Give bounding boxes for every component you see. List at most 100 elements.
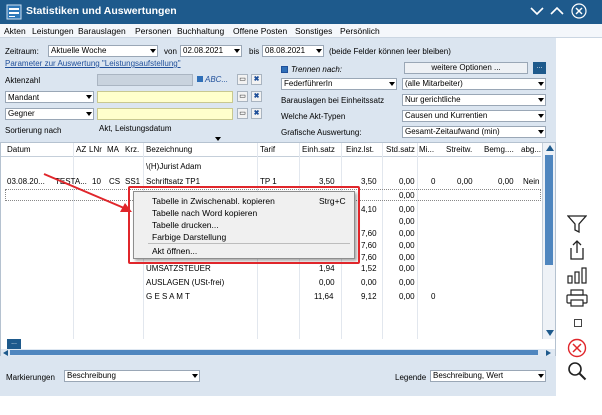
cell-std: 0,00 [399, 229, 415, 238]
menu-akten[interactable]: Akten [4, 26, 26, 36]
grafisch-select[interactable]: Gesamt-Zeitaufwand (min) [402, 126, 546, 138]
umsatz-einz: 1,52 [361, 264, 377, 273]
expand-icon[interactable] [550, 5, 564, 17]
auslagen-std: 0,00 [399, 278, 415, 287]
search-icon[interactable]: ▭ [237, 91, 248, 102]
col-bezeichnung[interactable]: Bezeichnung [146, 145, 192, 154]
menu-personen[interactable]: Personen [135, 26, 171, 36]
filter-icon[interactable] [567, 215, 587, 233]
gegner-select[interactable]: Gegner [5, 108, 94, 120]
col-einhsatz[interactable]: Einh.satz [302, 145, 335, 154]
scroll-up-icon[interactable] [546, 145, 554, 151]
collapse-icon[interactable] [530, 5, 544, 17]
cell-einh: 3,50 [319, 177, 335, 186]
window-app-icon [6, 4, 22, 20]
cell-bemg: 0,00 [498, 177, 514, 186]
trennen-select[interactable]: FederführerIn [281, 78, 397, 90]
col-datum[interactable]: Datum [7, 145, 31, 154]
table-header: Datum AZ LNr MA Krz. Bezeichnung Tarif E… [1, 143, 541, 157]
col-tarif[interactable]: Tarif [260, 145, 275, 154]
row-nav-button[interactable]: ... [7, 339, 21, 349]
markierungen-label: Markierungen [6, 373, 55, 382]
sortierung-label: Sortierung nach [5, 126, 62, 135]
filter-panel: Zeitraum: Aktuelle Woche von 02.08.2021 … [0, 38, 556, 142]
search-icon[interactable] [567, 361, 587, 381]
legende-select[interactable]: Beschreibung, Wert [430, 370, 546, 382]
param-link[interactable]: Parameter zur Auswertung "Leistungsaufst… [5, 59, 181, 68]
footer-panel: Markierungen Beschreibung Legende Beschr… [0, 356, 556, 396]
scroll-down-icon[interactable] [546, 330, 554, 336]
grafisch-label: Grafische Auswertung: [281, 128, 362, 137]
col-lnr[interactable]: LNr [89, 145, 102, 154]
von-date-field[interactable]: 02.08.2021 [180, 45, 242, 57]
scroll-thumb[interactable] [545, 155, 553, 265]
bis-date-field[interactable]: 08.08.2021 [262, 45, 324, 57]
barauslagen-select[interactable]: Nur gerichtliche [402, 94, 546, 106]
vertical-scrollbar[interactable] [542, 143, 555, 339]
aktenzahl-label: Aktenzahl [5, 76, 41, 85]
print-icon[interactable] [566, 289, 588, 307]
mitarbeiter-select[interactable]: (alle Mitarbeiter) [402, 78, 546, 90]
col-ma[interactable]: MA [107, 145, 119, 154]
trennen-value: FederführerIn [284, 79, 333, 88]
sortierung-select[interactable]: Akt, Leistungsdatum [97, 124, 225, 136]
more-dots-button[interactable]: ... [533, 62, 546, 74]
menu-offene-posten[interactable]: Offene Posten [233, 26, 287, 36]
col-abg[interactable]: abg... [521, 145, 541, 154]
menu-buchhaltung[interactable]: Buchhaltung [177, 26, 224, 36]
chevron-down-icon[interactable] [215, 137, 221, 141]
folder-icon[interactable]: ▭ [237, 74, 248, 85]
clear-icon[interactable]: ✖ [251, 108, 262, 119]
col-stdsatz[interactable]: Std.satz [386, 145, 415, 154]
cell-einz: 7,60 [361, 229, 377, 238]
grafisch-value: Gesamt-Zeitaufwand (min) [405, 127, 500, 136]
col-krz[interactable]: Krz. [125, 145, 139, 154]
col-streitw[interactable]: Streitw. [446, 145, 472, 154]
zeitraum-label: Zeitraum: [5, 47, 39, 56]
chevron-down-icon [389, 82, 395, 86]
col-bemg[interactable]: Bemg.... [484, 145, 514, 154]
menu-persoenlich[interactable]: Persönlich [340, 26, 380, 36]
akttypen-select[interactable]: Causen und Kurrentien [402, 110, 546, 122]
bar-chart-icon[interactable] [566, 266, 588, 284]
aktenzahl-field[interactable] [97, 74, 193, 86]
hscroll-thumb[interactable] [10, 350, 538, 355]
gegner-field[interactable] [97, 108, 233, 120]
horizontal-scrollbar[interactable] [1, 349, 555, 356]
col-mi[interactable]: Mi... [419, 145, 434, 154]
abc-label[interactable]: ABC... [205, 75, 228, 84]
von-label: von [164, 47, 177, 56]
cell-einz: 7,60 [361, 241, 377, 250]
chevron-down-icon [86, 112, 92, 116]
col-einzlst[interactable]: Einz.lst. [346, 145, 374, 154]
small-square-icon[interactable] [574, 319, 582, 327]
clear-icon[interactable]: ✖ [251, 74, 262, 85]
trennen-checkbox[interactable] [281, 66, 288, 73]
umsatz-einh: 1,94 [319, 264, 335, 273]
menu-barauslagen[interactable]: Barauslagen [78, 26, 126, 36]
gesamt-einh: 11,64 [314, 292, 334, 301]
umsatz-std: 0,00 [399, 264, 415, 273]
search-icon[interactable]: ▭ [237, 108, 248, 119]
cell-einz: 7,60 [361, 253, 377, 262]
mandant-field[interactable] [97, 91, 233, 103]
window-titlebar: Statistiken und Auswertungen [0, 0, 602, 24]
cell-streitw: 0,00 [457, 177, 473, 186]
chevron-down-icon [234, 49, 240, 53]
menu-sonstiges[interactable]: Sonstiges [295, 26, 332, 36]
weitere-optionen-button[interactable]: weitere Optionen ... [404, 62, 528, 74]
date-hint: (beide Felder können leer bleiben) [329, 47, 451, 56]
col-az[interactable]: AZ [76, 145, 86, 154]
cell-mi: 0 [431, 177, 436, 186]
cancel-icon[interactable] [567, 338, 587, 358]
zeitraum-select[interactable]: Aktuelle Woche [48, 45, 158, 57]
col-sep [382, 143, 383, 339]
share-icon[interactable] [567, 240, 587, 260]
menu-leistungen[interactable]: Leistungen [32, 26, 74, 36]
markierungen-select[interactable]: Beschreibung [64, 370, 200, 382]
close-window-icon[interactable] [571, 3, 587, 19]
legende-label: Legende [395, 373, 427, 382]
mitarbeiter-value: (alle Mitarbeiter) [405, 79, 463, 88]
legende-value: Beschreibung, Wert [433, 371, 504, 380]
clear-icon[interactable]: ✖ [251, 91, 262, 102]
